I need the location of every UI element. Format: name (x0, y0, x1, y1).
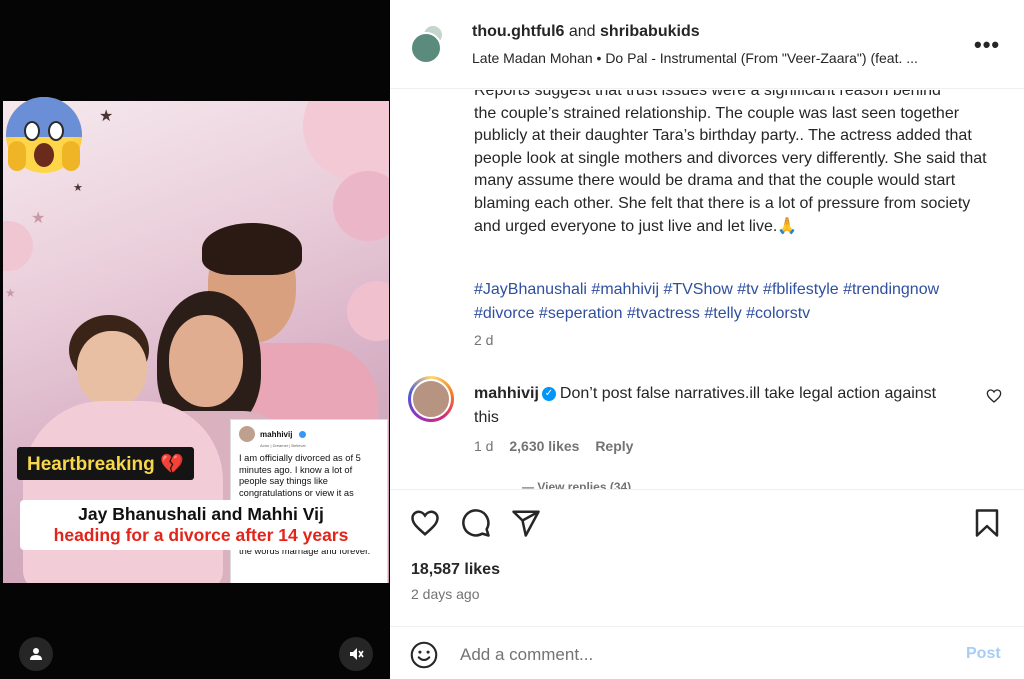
hashtags[interactable]: #JayBhanushali #mahhivij #TVShow #tv #fb… (474, 278, 994, 326)
star-decoration: ★ (31, 210, 46, 227)
verified-icon: ✓ (541, 386, 556, 401)
more-horizontal-icon: ••• (974, 32, 1001, 57)
tweet-username: mahhivij (260, 429, 293, 439)
action-bar (390, 504, 1024, 544)
banner-label: Heartbreaking 💔 (27, 453, 184, 475)
tweet-bio: Actor | Dreamer | Believer (260, 443, 306, 448)
add-comment-bar: Post (390, 626, 1024, 679)
balloon (303, 101, 389, 181)
shocked-face-emoji-icon (6, 97, 82, 177)
star-decoration: ★ (99, 108, 114, 125)
audio-link[interactable]: Late Madan Mohan • Do Pal - Instrumental… (472, 50, 952, 66)
send-icon[interactable] (511, 508, 541, 538)
comment-avatar[interactable] (408, 376, 454, 422)
comment-username[interactable]: mahhivij (474, 385, 539, 402)
star-decoration: ★ (5, 286, 16, 300)
bookmark-icon[interactable] (972, 508, 1002, 538)
headline-line-1: Jay Bhanushali and Mahhi Vij (78, 504, 324, 524)
owner-link-primary[interactable]: thou.ghtful6 (472, 23, 564, 40)
headline-line-2: heading for a divorce after 14 years (53, 525, 349, 545)
caption-text: Reports suggest that trust issues were a… (474, 90, 994, 238)
comments-scroll-area[interactable]: Reports suggest that trust issues were a… (390, 90, 1024, 490)
more-options-button[interactable]: ••• (974, 32, 1000, 58)
post-owners: thou.ghtful6 and shribabukids (472, 23, 700, 41)
media-panel[interactable]: ★ ★ ★ ★ mahhivij Actor | Dreamer | Belie… (0, 0, 390, 679)
user-icon (30, 648, 42, 660)
post-comment-button[interactable]: Post (966, 645, 1001, 663)
comment-icon[interactable] (461, 508, 491, 538)
caption-cut-line: Reports suggest that trust issues were a… (474, 90, 941, 99)
star-decoration: ★ (73, 182, 83, 194)
mute-button[interactable] (339, 637, 373, 671)
post-date[interactable]: 2 days ago (411, 586, 480, 602)
smiley-icon[interactable] (410, 641, 438, 669)
comment-meta: 1 d 2,630 likes Reply (474, 438, 645, 454)
muted-speaker-icon (350, 648, 364, 660)
comment-input[interactable] (460, 641, 940, 669)
tweet-avatar (239, 426, 255, 442)
caption-body: the couple’s strained relationship. The … (474, 104, 987, 235)
caption-timestamp[interactable]: 2 d (474, 332, 493, 348)
collab-avatars[interactable] (410, 24, 444, 64)
post-header: thou.ghtful6 and shribabukids Late Madan… (390, 0, 1024, 89)
heart-icon[interactable] (410, 508, 440, 538)
owner-link-secondary[interactable]: shribabukids (600, 23, 700, 40)
verified-icon (299, 430, 307, 438)
comment-item: mahhivij ✓ Don’t post false narratives.ill… (474, 382, 944, 430)
user-tags-button[interactable] (19, 637, 53, 671)
post-info-panel: thou.ghtful6 and shribabukids Late Madan… (390, 0, 1024, 679)
reply-button[interactable]: Reply (595, 438, 633, 454)
headline-banner: Jay Bhanushali and Mahhi Vij heading for… (20, 500, 382, 550)
comment-like-heart-icon[interactable] (986, 388, 1002, 404)
balloon (3, 221, 33, 271)
comment-likes[interactable]: 2,630 likes (509, 438, 579, 454)
heartbreaking-banner: Heartbreaking 💔 (17, 447, 194, 480)
post-modal: ★ ★ ★ ★ mahhivij Actor | Dreamer | Belie… (0, 0, 1024, 679)
view-replies-button[interactable]: — View replies (34) (522, 480, 631, 489)
owners-joiner: and (568, 23, 596, 40)
comment-time[interactable]: 1 d (474, 438, 493, 454)
likes-count[interactable]: 18,587 likes (411, 561, 500, 579)
